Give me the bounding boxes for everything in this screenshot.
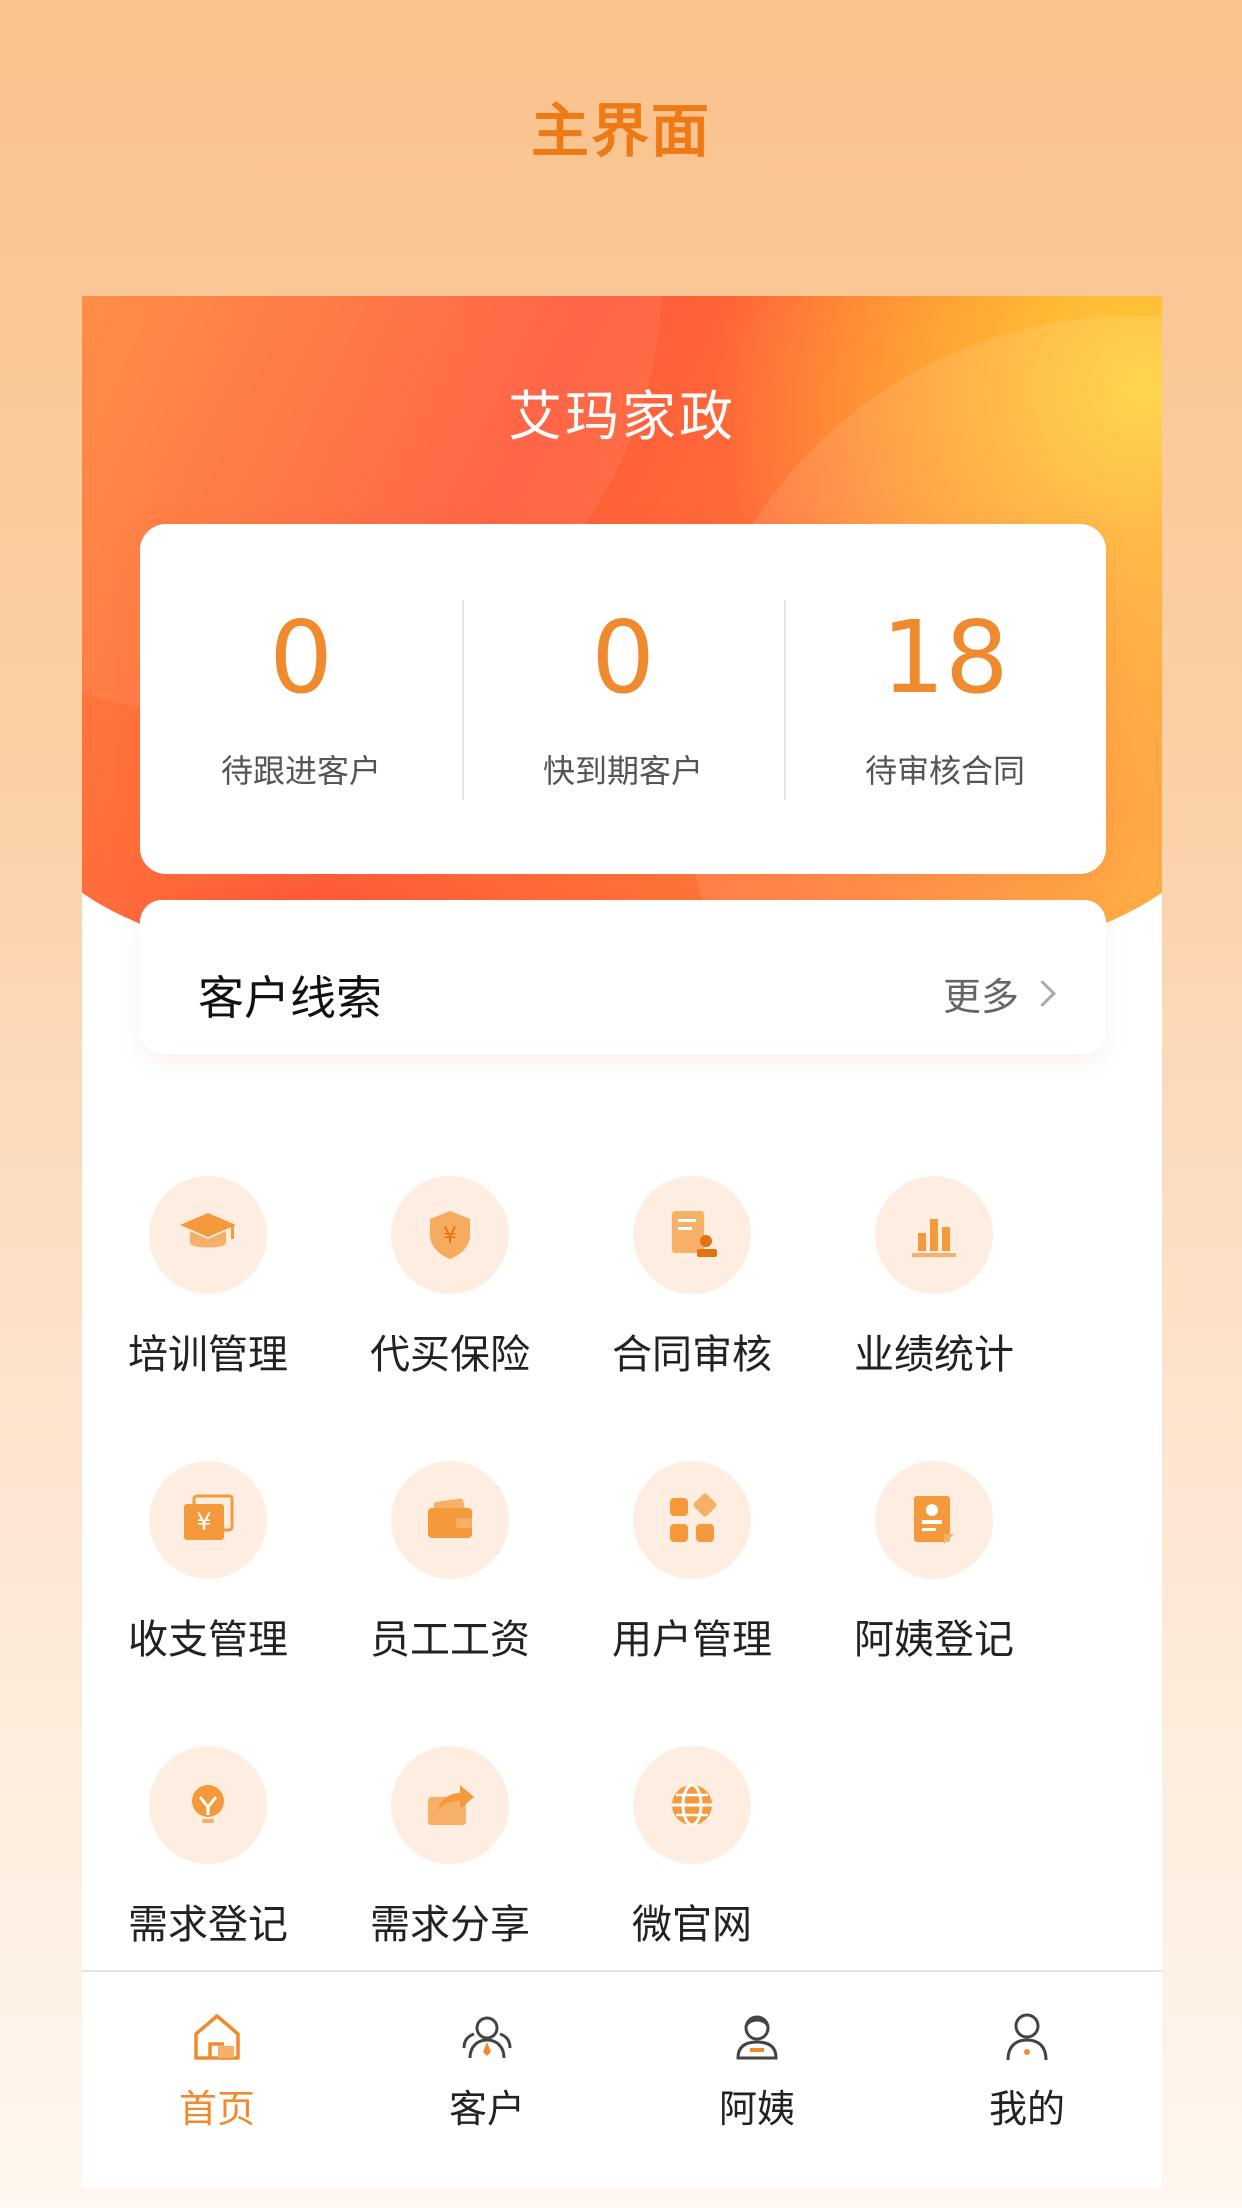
menu-label: 合同审核 (612, 1332, 772, 1378)
menu-demand-share[interactable]: 需求分享 (329, 1746, 571, 1950)
brand-name: 艾玛家政 (508, 385, 736, 448)
menu-salary[interactable]: 员工工资 (329, 1461, 571, 1665)
more-label: 更多 (942, 975, 1019, 1019)
menu-label: 需求登记 (128, 1902, 288, 1948)
menu-label: 微官网 (632, 1902, 752, 1948)
nanny-icon (728, 2008, 786, 2066)
stat-value: 18 (881, 599, 1009, 716)
menu-label: 代买保险 (370, 1332, 530, 1378)
apps-grid-icon (633, 1461, 751, 1579)
tab-nanny[interactable]: 阿姨 (622, 1972, 892, 2133)
menu-label: 培训管理 (128, 1332, 288, 1378)
chevron-right-icon (1029, 980, 1056, 1007)
tab-customers[interactable]: 客户 (352, 1972, 622, 2133)
stat-pending-contracts[interactable]: 18 待审核合同 (784, 524, 1106, 874)
leads-more-link[interactable]: 更多 (942, 966, 1056, 1021)
menu-demand-register[interactable]: 需求登记 (87, 1746, 329, 1950)
page-title: 主界面 (530, 97, 711, 165)
stat-value: 0 (269, 599, 333, 716)
menu-label: 需求分享 (370, 1902, 530, 1948)
bar-chart-icon (875, 1176, 993, 1294)
menu-label: 用户管理 (612, 1617, 772, 1663)
tab-label: 阿姨 (718, 2087, 795, 2131)
menu-finance[interactable]: ¥ 收支管理 (87, 1461, 329, 1665)
stat-expiring-customers[interactable]: 0 快到期客户 (462, 524, 784, 874)
bottom-tab-bar: 首页 客户 阿姨 我的 (82, 1970, 1162, 2188)
menu-training[interactable]: 培训管理 (87, 1176, 329, 1380)
stat-label: 待跟进客户 (220, 752, 381, 790)
stat-pending-followup[interactable]: 0 待跟进客户 (140, 524, 462, 874)
customer-leads-card: 客户线索 更多 (140, 900, 1106, 1054)
wallet-icon (391, 1461, 509, 1579)
home-icon (188, 2008, 246, 2066)
tab-label: 我的 (988, 2087, 1065, 2131)
contract-stamp-icon (633, 1176, 751, 1294)
stat-label: 待审核合同 (864, 752, 1025, 790)
svg-text:¥: ¥ (443, 1224, 457, 1249)
tab-home[interactable]: 首页 (82, 1972, 352, 2133)
menu-label: 收支管理 (128, 1617, 288, 1663)
globe-icon (633, 1746, 751, 1864)
stat-label: 快到期客户 (542, 752, 703, 790)
app-screen: 艾玛家政 0 待跟进客户 0 快到期客户 18 待审核合同 客户线索 更多 培训… (82, 296, 1162, 2188)
menu-performance[interactable]: 业绩统计 (813, 1176, 1055, 1380)
lightbulb-icon (149, 1746, 267, 1864)
svg-text:¥: ¥ (196, 1508, 211, 1536)
menu-label: 业绩统计 (854, 1332, 1014, 1378)
share-icon (391, 1746, 509, 1864)
menu-user-management[interactable]: 用户管理 (571, 1461, 813, 1665)
stat-value: 0 (591, 599, 655, 716)
menu-label: 员工工资 (370, 1617, 530, 1663)
yen-cards-icon: ¥ (149, 1461, 267, 1579)
leads-title: 客户线索 (198, 971, 382, 1025)
tab-profile[interactable]: 我的 (892, 1972, 1162, 2133)
menu-nanny-register[interactable]: 阿姨登记 (813, 1461, 1055, 1665)
menu-label: 阿姨登记 (854, 1617, 1014, 1663)
shield-yen-icon: ¥ (391, 1176, 509, 1294)
profile-icon (998, 2008, 1056, 2066)
customers-icon (458, 2008, 516, 2066)
graduation-cap-icon (149, 1176, 267, 1294)
menu-contract-review[interactable]: 合同审核 (571, 1176, 813, 1380)
menu-micro-website[interactable]: 微官网 (571, 1746, 813, 1950)
tab-label: 首页 (178, 2087, 255, 2131)
tab-label: 客户 (448, 2087, 525, 2131)
menu-insurance[interactable]: ¥ 代买保险 (329, 1176, 571, 1380)
stats-card: 0 待跟进客户 0 快到期客户 18 待审核合同 (140, 524, 1106, 874)
profile-card-icon (875, 1461, 993, 1579)
